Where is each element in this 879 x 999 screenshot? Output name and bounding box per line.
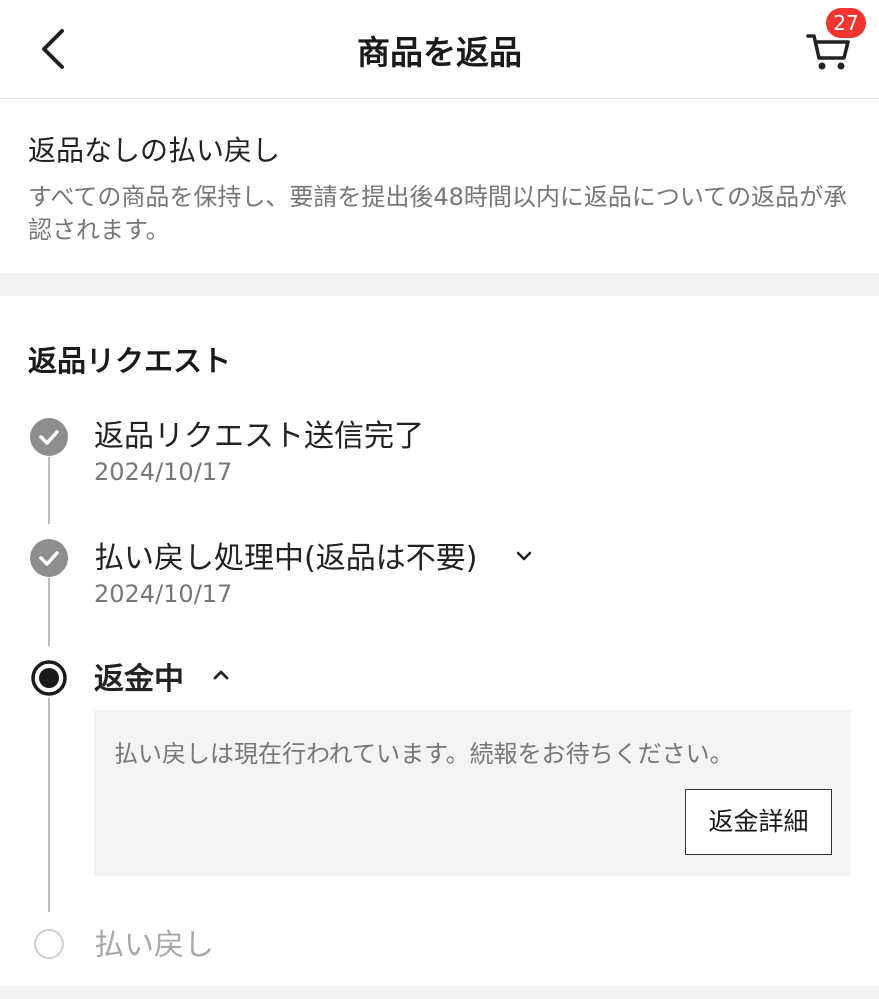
section-title: 返品リクエスト [28, 344, 232, 378]
step-date: 2024/10/17 [94, 458, 233, 486]
step-title[interactable]: 払い戻し処理中(返品は不要) [94, 533, 477, 577]
refund-details-button[interactable]: 返金詳細 [685, 789, 832, 855]
step-date: 2024/10/17 [94, 580, 233, 608]
refund-type-title: 返品なしの払い戻し [28, 134, 281, 167]
check-icon [39, 551, 59, 566]
step-done-icon [30, 539, 68, 577]
step-active-icon [30, 659, 68, 697]
refund-type-description: すべての商品を保持し、要請を提出後48時間以内に返品についての返品が承認されます… [28, 183, 848, 244]
step-title[interactable]: 返金中 [94, 654, 184, 698]
step-pending-icon [34, 929, 64, 959]
cart-count-badge: 27 [826, 8, 866, 38]
chevron-up-icon[interactable] [211, 665, 231, 685]
timeline-line [48, 698, 50, 912]
step-title: 払い戻し [94, 928, 214, 963]
timeline-line [48, 578, 50, 646]
refund-status-message: 払い戻しは現在行われています。続報をお待ちください。 [114, 740, 734, 768]
refund-type-info: 返品なしの払い戻し すべての商品を保持し、要請を提出後48時間以内に返品について… [0, 99, 879, 273]
step-title: 返品リクエスト送信完了 [94, 419, 424, 454]
check-icon [39, 430, 59, 445]
header-bar: 商品を返品 27 [0, 0, 879, 99]
timeline-line [48, 457, 50, 524]
page-title: 商品を返品 [357, 33, 522, 72]
chevron-down-icon[interactable] [514, 546, 534, 566]
bottom-divider [0, 986, 879, 999]
step-done-icon [30, 418, 68, 456]
refund-detail-panel: 払い戻しは現在行われています。続報をお待ちください。 返金詳細 [94, 710, 851, 876]
section-divider [0, 273, 879, 296]
